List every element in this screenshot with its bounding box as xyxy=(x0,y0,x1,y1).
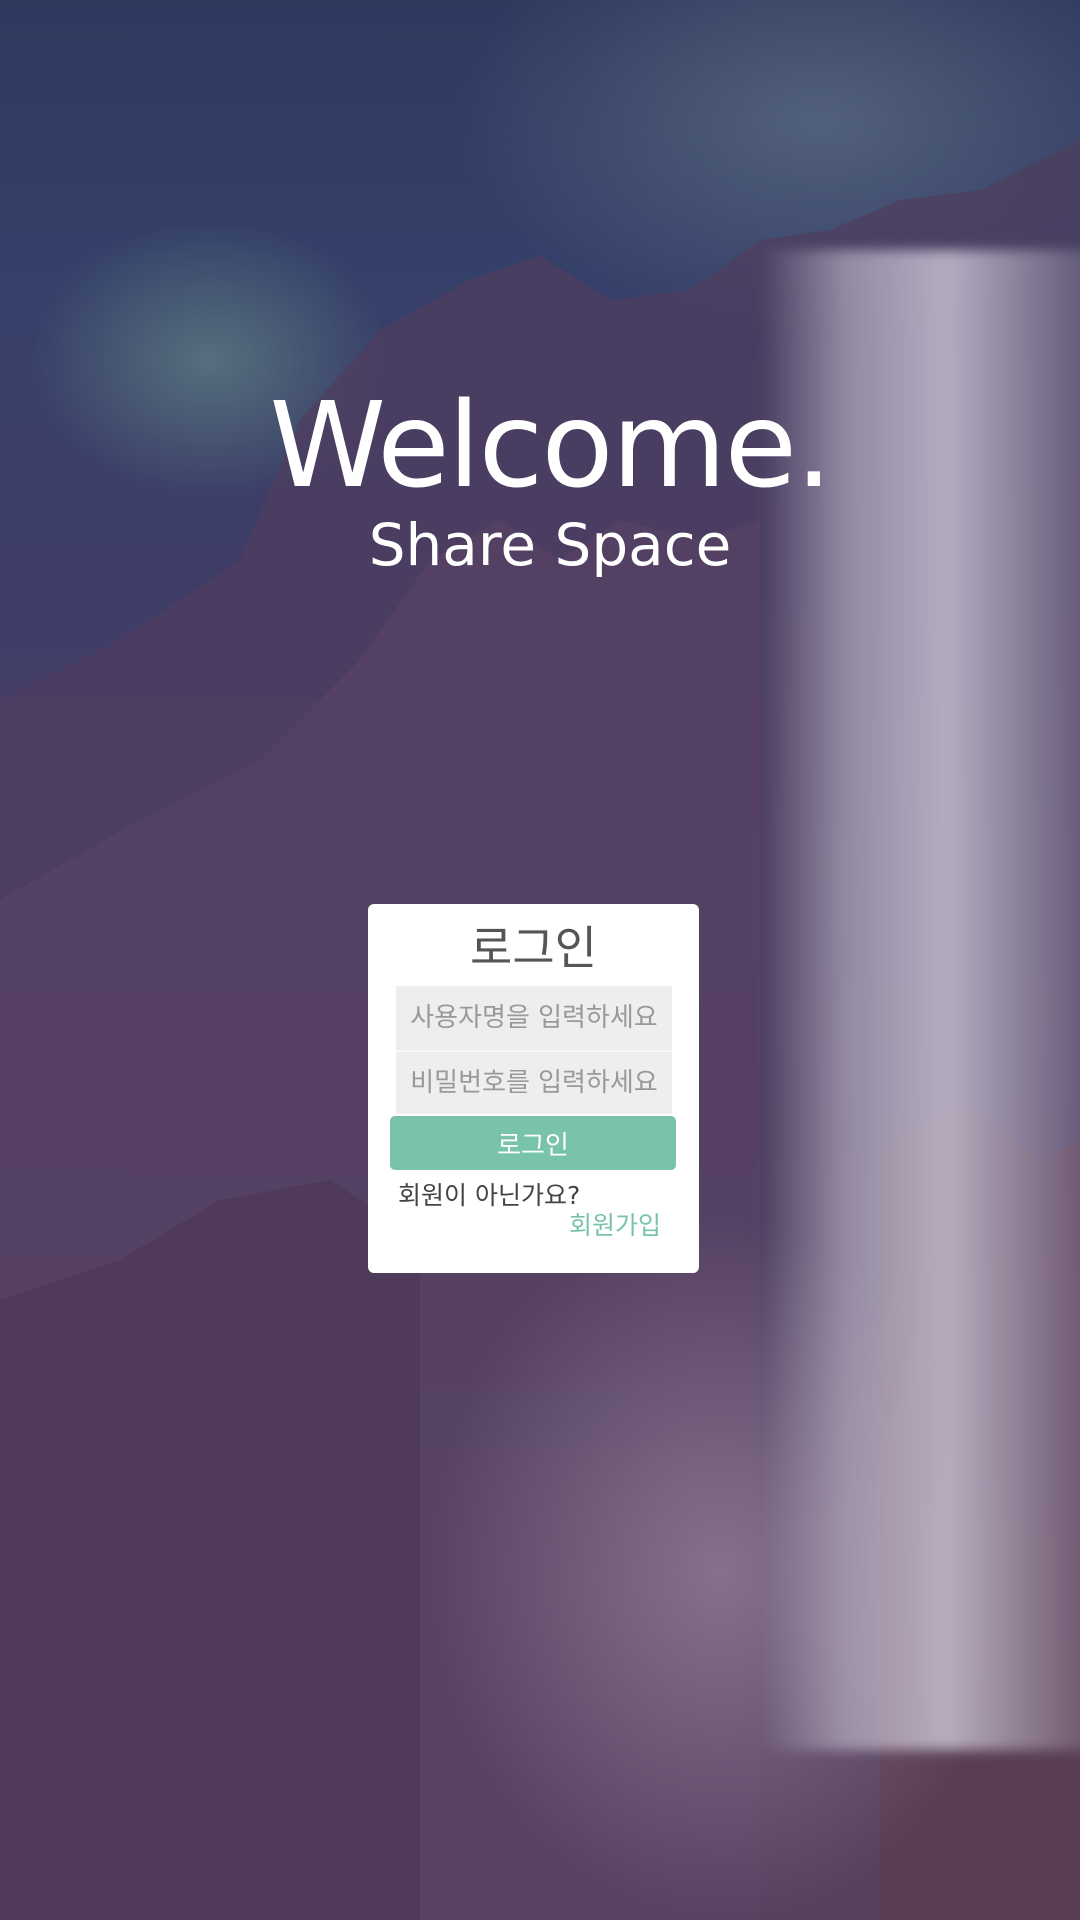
login-button[interactable]: 로그인 xyxy=(390,1116,676,1170)
password-input[interactable] xyxy=(396,1050,672,1114)
welcome-title: Welcome. xyxy=(269,376,832,514)
signup-prompt: 회원이 아닌가요? xyxy=(398,1181,581,1210)
signup-link[interactable]: 회원가입 xyxy=(390,1212,661,1240)
username-input[interactable] xyxy=(396,986,672,1050)
login-card: 로그인 로그인 회원이 아닌가요? 회원가입 xyxy=(368,904,699,1273)
login-title: 로그인 xyxy=(470,921,597,975)
app-subtitle: Share Space xyxy=(368,511,732,579)
hero-section: Welcome. Share Space xyxy=(0,380,1080,580)
